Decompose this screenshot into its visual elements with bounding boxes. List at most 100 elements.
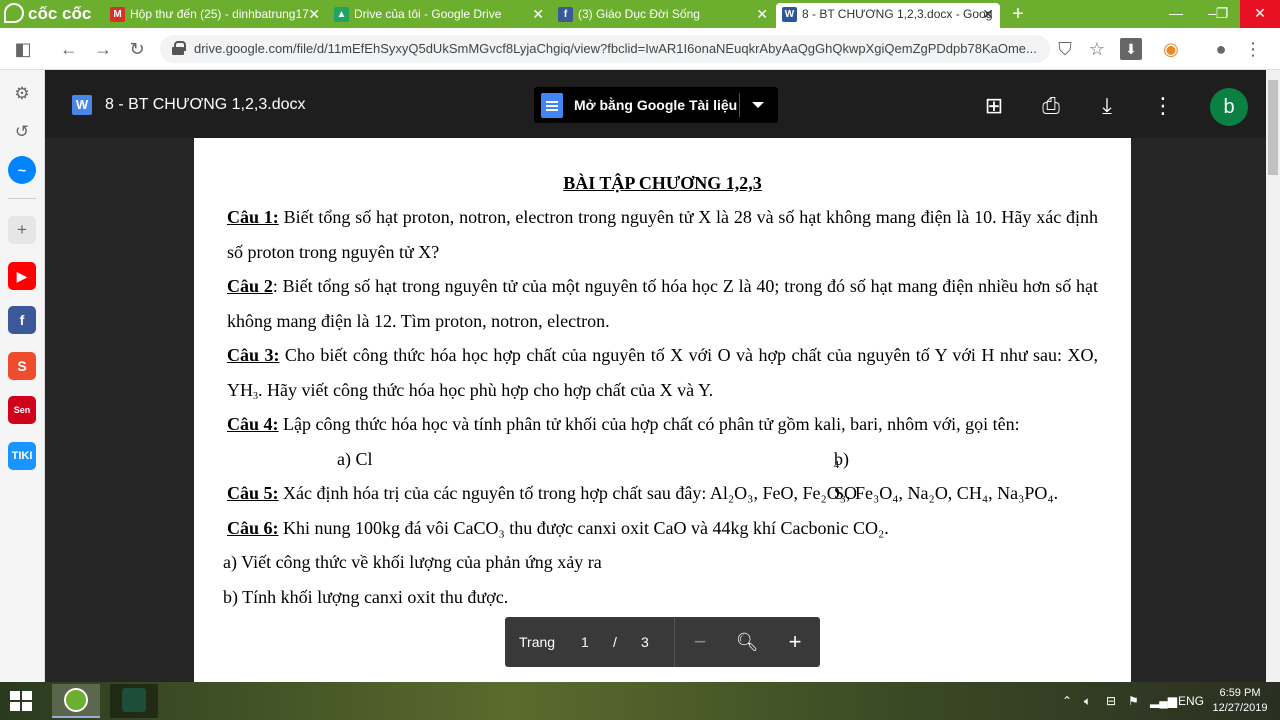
flag-icon[interactable]: ⚑	[1128, 682, 1139, 720]
page-label: Trang	[519, 634, 556, 650]
tiki-icon[interactable]: TIKI	[8, 442, 36, 470]
menu-icon[interactable]: ⋮	[1242, 38, 1264, 60]
tab-title: 8 - BT CHƯƠNG 1,2,3.docx - Goog	[802, 7, 993, 21]
download-icon[interactable]: ⤓	[1094, 93, 1120, 119]
youtube-icon[interactable]: ▶	[8, 262, 36, 290]
volume-icon[interactable]: 🔈︎	[1084, 682, 1091, 720]
question-3: Câu 3: Cho biết công thức hóa học hợp ch…	[227, 338, 1098, 407]
browser-sidebar: ⚙ ↺ ~ + ▶ f S Sen TIKI	[0, 70, 45, 682]
network-icon[interactable]: ▂▄▆	[1150, 682, 1177, 720]
language-bar-icon[interactable]: ⊟	[1106, 682, 1116, 720]
tab-title: (3) Giáo Dục Đời Sống	[578, 7, 700, 21]
option-a: a) Cl	[337, 448, 373, 469]
question-5: Câu 5: Xác định hóa trị của các nguyên t…	[227, 476, 1098, 511]
taskbar-clock[interactable]: 6:59 PM 12/27/2019	[1205, 686, 1275, 716]
coccoc-leaf-icon	[4, 3, 24, 23]
question-label: Câu 4:	[227, 414, 279, 434]
messenger-icon[interactable]: ~	[8, 156, 36, 184]
add-comment-icon[interactable]: ⊞	[981, 93, 1007, 119]
taskbar-coccoc-app[interactable]	[52, 684, 100, 718]
page-scrollbar[interactable]	[1266, 70, 1280, 682]
lock-icon	[172, 41, 186, 55]
open-with-google-docs-button[interactable]: Mở bằng Google Tài liệu	[534, 87, 778, 123]
brand-name: cốc cốc	[28, 4, 92, 23]
question-6-part-b: b) Tính khối lượng canxi oxit thu được.	[223, 586, 509, 607]
clock-date: 12/27/2019	[1212, 702, 1268, 714]
add-app-icon[interactable]: +	[8, 216, 36, 244]
word-file-icon: W	[72, 95, 92, 115]
total-pages: 3	[641, 634, 649, 650]
new-tab-button[interactable]: +	[1008, 2, 1028, 26]
restore-window-icon[interactable]: ❐	[1206, 0, 1238, 28]
option-b-text: b) SO	[834, 448, 858, 504]
document-page: BÀI TẬP CHƯƠNG 1,2,3 Câu 1: Biết tổng số…	[194, 138, 1131, 682]
tab-title: Hộp thư đến (25) - dinhbatrung17	[130, 7, 309, 21]
minimize-icon[interactable]: —	[1160, 0, 1192, 28]
close-tab-icon[interactable]: ✕	[532, 3, 544, 25]
settings-gear-icon[interactable]: ⚙	[8, 80, 36, 108]
word-icon: W	[782, 7, 797, 22]
download-icon[interactable]: ⬇	[1120, 38, 1142, 60]
scrollbar-thumb[interactable]	[1268, 80, 1278, 175]
question-label: Câu 1:	[227, 207, 279, 227]
close-tab-icon[interactable]: ✕	[308, 3, 320, 25]
zoom-out-icon[interactable]: −	[688, 630, 712, 654]
print-icon[interactable]: ⎙	[1038, 93, 1064, 119]
tab-drive[interactable]: ▲ Drive của tôi - Google Drive ✕	[328, 3, 550, 28]
clock-time: 6:59 PM	[1219, 687, 1261, 699]
bookmark-star-icon[interactable]: ☆	[1086, 38, 1108, 60]
tab-current-document[interactable]: W 8 - BT CHƯƠNG 1,2,3.docx - Goog ✕	[776, 3, 1000, 28]
url-text[interactable]: drive.google.com/file/d/11mEfEhSyxyQ5dUk…	[194, 35, 1040, 63]
question-1: Câu 1: Biết tổng số hạt proton, notron, …	[227, 200, 1098, 269]
chevron-down-icon[interactable]	[752, 102, 764, 108]
current-page-input[interactable]: 1	[581, 617, 589, 667]
question-6: Câu 6: Khi nung 100kg đá vôi CaCO₃ thu đ…	[227, 511, 1098, 546]
windows-start-icon[interactable]	[10, 691, 32, 711]
question-4-options: a) Cl b) SO 4	[227, 442, 1098, 504]
question-text: Khi nung 100kg đá vôi CaCO₃ thu được can…	[278, 517, 889, 538]
question-text: Xác định hóa trị của các nguyên tố trong…	[278, 483, 1059, 503]
back-icon[interactable]: ←	[58, 38, 80, 60]
forward-icon[interactable]: →	[92, 38, 114, 60]
button-divider	[739, 93, 740, 117]
tab-title: Drive của tôi - Google Drive	[354, 7, 502, 21]
gmail-icon: M	[110, 7, 125, 22]
page-navigator: Trang 1 / 3 − 🔍︎ +	[505, 617, 820, 667]
more-options-icon[interactable]: ⋮	[1150, 93, 1176, 119]
question-label: Câu 6:	[227, 517, 279, 538]
zoom-reset-icon[interactable]: 🔍︎	[735, 630, 759, 654]
browser-tab-strip: cốc cốc M Hộp thư đến (25) - dinhbatrung…	[0, 0, 1280, 28]
sidebar-toggle-icon[interactable]: ◧	[12, 38, 34, 60]
open-with-label: Mở bằng Google Tài liệu	[574, 97, 738, 113]
shopee-icon[interactable]: S	[8, 352, 36, 380]
zoom-in-icon[interactable]: +	[783, 630, 807, 654]
tab-facebook[interactable]: f (3) Giáo Dục Đời Sống ✕	[552, 3, 774, 28]
coccoc-logo[interactable]: cốc cốc	[0, 0, 100, 28]
facebook-icon[interactable]: f	[8, 306, 36, 334]
question-2: Câu 2: Biết tổng số hạt trong nguyên tử …	[227, 269, 1098, 338]
question-label: Câu 3:	[227, 345, 280, 365]
address-bar[interactable]: drive.google.com/file/d/11mEfEhSyxyQ5dUk…	[160, 35, 1050, 63]
reload-icon[interactable]: ↻	[126, 38, 148, 60]
history-icon[interactable]: ↺	[8, 118, 36, 146]
viewer-header: W 8 - BT CHƯƠNG 1,2,3.docx Mở bằng Googl…	[45, 70, 1266, 138]
question-label: Câu 5:	[227, 483, 279, 503]
extension-icon[interactable]: ◉	[1160, 38, 1182, 60]
close-tab-icon[interactable]: ✕	[982, 3, 994, 25]
question-6-part-a: a) Viết công thức về khối lượng của phản…	[223, 552, 602, 572]
close-window-icon[interactable]: ✕	[1240, 0, 1280, 28]
facebook-icon: f	[558, 7, 573, 22]
sendo-icon[interactable]: Sen	[8, 396, 36, 424]
profile-icon[interactable]: ●	[1210, 38, 1232, 60]
close-tab-icon[interactable]: ✕	[756, 3, 768, 25]
browser-toolbar: ◧ ← → ↻ drive.google.com/file/d/11mEfEhS…	[0, 28, 1280, 70]
shield-icon[interactable]: ⛉	[1054, 38, 1076, 60]
show-hidden-icons[interactable]: ⌃	[1062, 682, 1072, 720]
coccoc-icon	[64, 688, 88, 712]
question-4: Câu 4: Lập công thức hóa học và tính phâ…	[227, 407, 1098, 442]
taskbar-editor-app[interactable]	[110, 684, 158, 718]
tab-gmail[interactable]: M Hộp thư đến (25) - dinhbatrung17 ✕	[104, 3, 326, 28]
video-editor-icon	[122, 688, 146, 712]
input-language[interactable]: ENG	[1178, 682, 1204, 720]
avatar[interactable]: b	[1210, 88, 1248, 126]
